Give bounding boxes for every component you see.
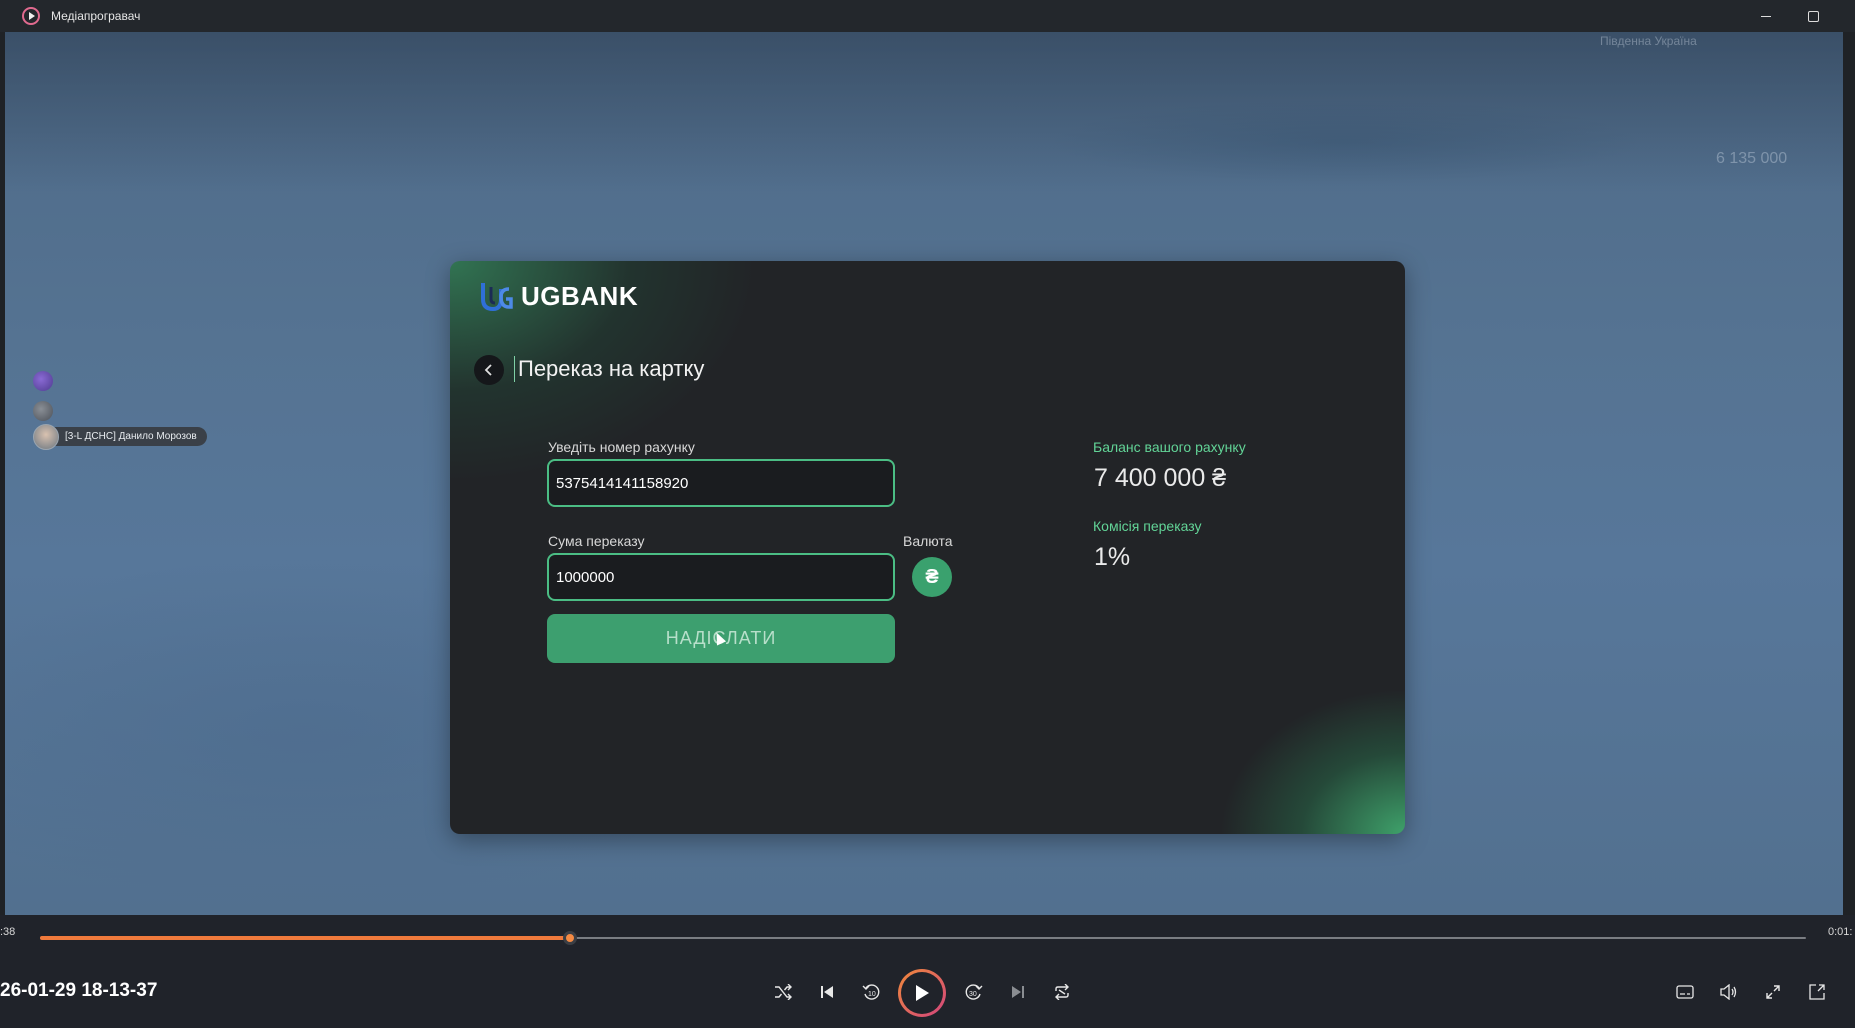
previous-button[interactable] bbox=[812, 977, 842, 1007]
back-button[interactable] bbox=[474, 355, 504, 385]
svg-text:10: 10 bbox=[868, 991, 876, 998]
player-orb-gray bbox=[33, 401, 53, 421]
subtitles-icon bbox=[1676, 985, 1694, 999]
window-title: Медіапрогравач bbox=[51, 9, 141, 23]
media-title: 26-01-29 18-13-37 bbox=[0, 980, 158, 1001]
forward-30-icon: 30 bbox=[965, 984, 983, 1000]
minimize-button[interactable] bbox=[1748, 4, 1784, 28]
seek-bar[interactable] bbox=[40, 930, 1806, 946]
play-icon bbox=[916, 985, 929, 1001]
fullscreen-icon bbox=[1766, 985, 1780, 999]
repeat-button[interactable] bbox=[1047, 977, 1077, 1007]
transfer-amount-input[interactable] bbox=[547, 553, 895, 601]
logo-text: UGBANK bbox=[521, 280, 639, 311]
account-number-input[interactable] bbox=[547, 459, 895, 507]
page-title: Переказ на картку bbox=[514, 356, 704, 382]
play-button[interactable] bbox=[898, 969, 946, 1017]
player-name: [3-L ДСНС] Данило Морозов bbox=[53, 427, 207, 446]
region-hud: Південна Україна bbox=[1600, 34, 1697, 48]
restore-button[interactable] bbox=[1795, 4, 1831, 28]
subtitles-button[interactable] bbox=[1670, 977, 1700, 1007]
seek-progress bbox=[40, 936, 570, 940]
time-total: 0:01: bbox=[1828, 926, 1853, 938]
chevron-left-icon bbox=[484, 364, 492, 376]
forward-30-button[interactable]: 30 bbox=[959, 977, 989, 1007]
time-elapsed: :38 bbox=[0, 926, 16, 938]
bank-transfer-modal: UGBANK Переказ на картку Уведіть номер р… bbox=[450, 261, 1405, 834]
avatar bbox=[33, 423, 59, 450]
fullscreen-button[interactable] bbox=[1758, 977, 1788, 1007]
player-nametag: [3-L ДСНС] Данило Морозов bbox=[33, 423, 207, 450]
video-frame[interactable]: Південна Україна 6 135 000 [3-L ДСНС] Да… bbox=[5, 32, 1843, 915]
seek-thumb[interactable] bbox=[562, 931, 577, 945]
previous-icon bbox=[821, 986, 833, 998]
volume-button[interactable] bbox=[1714, 977, 1744, 1007]
repeat-icon bbox=[1055, 984, 1069, 1000]
mini-player-icon bbox=[1809, 984, 1825, 1000]
currency-hryvnia-button[interactable]: ₴ bbox=[912, 557, 952, 597]
next-icon bbox=[1012, 986, 1024, 998]
ugbank-logo-icon bbox=[481, 283, 513, 312]
shuffle-button[interactable] bbox=[768, 977, 798, 1007]
next-button[interactable] bbox=[1003, 977, 1033, 1007]
hryvnia-icon: ₴ bbox=[925, 565, 939, 588]
balance-value: 7 400 000 ₴ bbox=[1094, 464, 1227, 492]
fee-value: 1% bbox=[1094, 543, 1131, 571]
shuffle-icon bbox=[775, 984, 792, 1000]
play-button-inner bbox=[901, 972, 943, 1014]
transfer-amount-label: Сума переказу bbox=[548, 533, 645, 549]
account-number-label: Уведіть номер рахунку bbox=[548, 439, 695, 455]
svg-text:30: 30 bbox=[969, 991, 977, 998]
player-controls: :38 0:01: 26-01-29 18-13-37 10 30 bbox=[0, 915, 1855, 1028]
mini-player-button[interactable] bbox=[1802, 977, 1832, 1007]
currency-label: Валюта bbox=[903, 533, 953, 549]
play-circle-icon bbox=[22, 7, 40, 25]
money-hud: 6 135 000 bbox=[1716, 150, 1788, 167]
player-orb-purple bbox=[33, 371, 53, 391]
window-titlebar: Медіапрогравач bbox=[0, 0, 1855, 32]
fee-label: Комісія переказу bbox=[1093, 518, 1202, 534]
balance-label: Баланс вашого рахунку bbox=[1093, 439, 1246, 455]
rewind-10-icon: 10 bbox=[862, 984, 880, 1000]
rewind-10-button[interactable]: 10 bbox=[856, 977, 886, 1007]
volume-icon bbox=[1720, 984, 1737, 1000]
ugbank-logo: UGBANK bbox=[479, 279, 638, 313]
